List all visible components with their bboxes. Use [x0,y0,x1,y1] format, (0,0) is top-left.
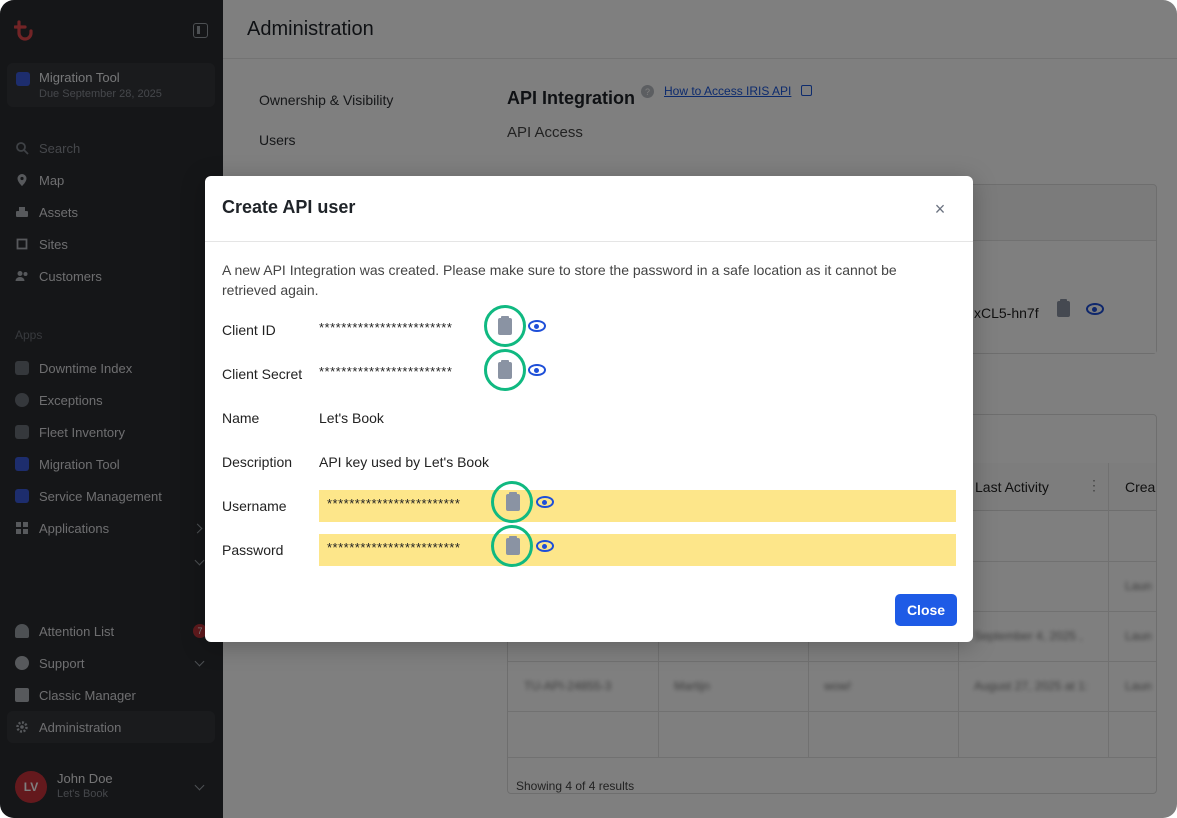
dialog-title: Create API user [222,197,356,217]
create-api-user-dialog: Create API user × A new API Integration … [205,176,973,642]
name-label: Name [222,410,260,426]
highlight-ring [491,525,533,567]
username-label: Username [222,498,287,514]
client-id-label: Client ID [222,322,276,338]
highlight-ring [491,481,533,523]
show-password-eye-icon[interactable] [536,540,554,552]
show-client-id-eye-icon[interactable] [528,320,546,332]
description-label: Description [222,454,293,470]
dialog-message: A new API Integration was created. Pleas… [222,262,897,298]
dialog-header: Create API user × [205,176,973,242]
client-secret-label: Client Secret [222,366,303,382]
name-value: Let's Book [319,410,384,426]
show-username-eye-icon[interactable] [536,496,554,508]
client-secret-value: ************************ [319,364,453,379]
highlight-ring [484,305,526,347]
description-value: API key used by Let's Book [319,454,489,470]
show-client-secret-eye-icon[interactable] [528,364,546,376]
highlight-ring [484,349,526,391]
app-window: Migration Tool Due September 28, 2025 Se… [0,0,1177,818]
close-icon[interactable]: × [931,200,949,218]
close-button[interactable]: Close [895,594,957,626]
client-id-value: ************************ [319,320,453,335]
password-label: Password [222,542,284,558]
password-value: ************************ [327,540,461,555]
username-value: ************************ [327,496,461,511]
